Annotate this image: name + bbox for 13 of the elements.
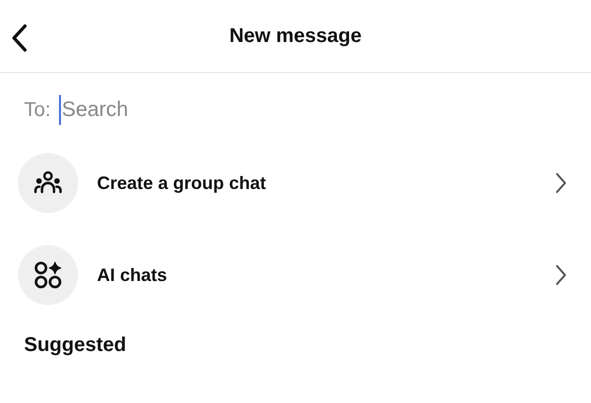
shapes-icon xyxy=(33,260,63,290)
option-label: Create a group chat xyxy=(97,172,268,194)
chevron-icon xyxy=(555,264,567,286)
option-row[interactable]: AI chats xyxy=(0,245,591,305)
section-heading: Suggested xyxy=(23,333,128,357)
back-button[interactable] xyxy=(10,23,28,53)
chevron-icon xyxy=(555,172,567,194)
screen-title: New message xyxy=(229,24,362,48)
to-label: To: xyxy=(24,98,51,122)
back-icon xyxy=(10,23,28,53)
option-label: AI chats xyxy=(97,264,168,286)
option-row[interactable]: Create a group chat xyxy=(0,153,591,213)
people-icon xyxy=(33,171,63,195)
